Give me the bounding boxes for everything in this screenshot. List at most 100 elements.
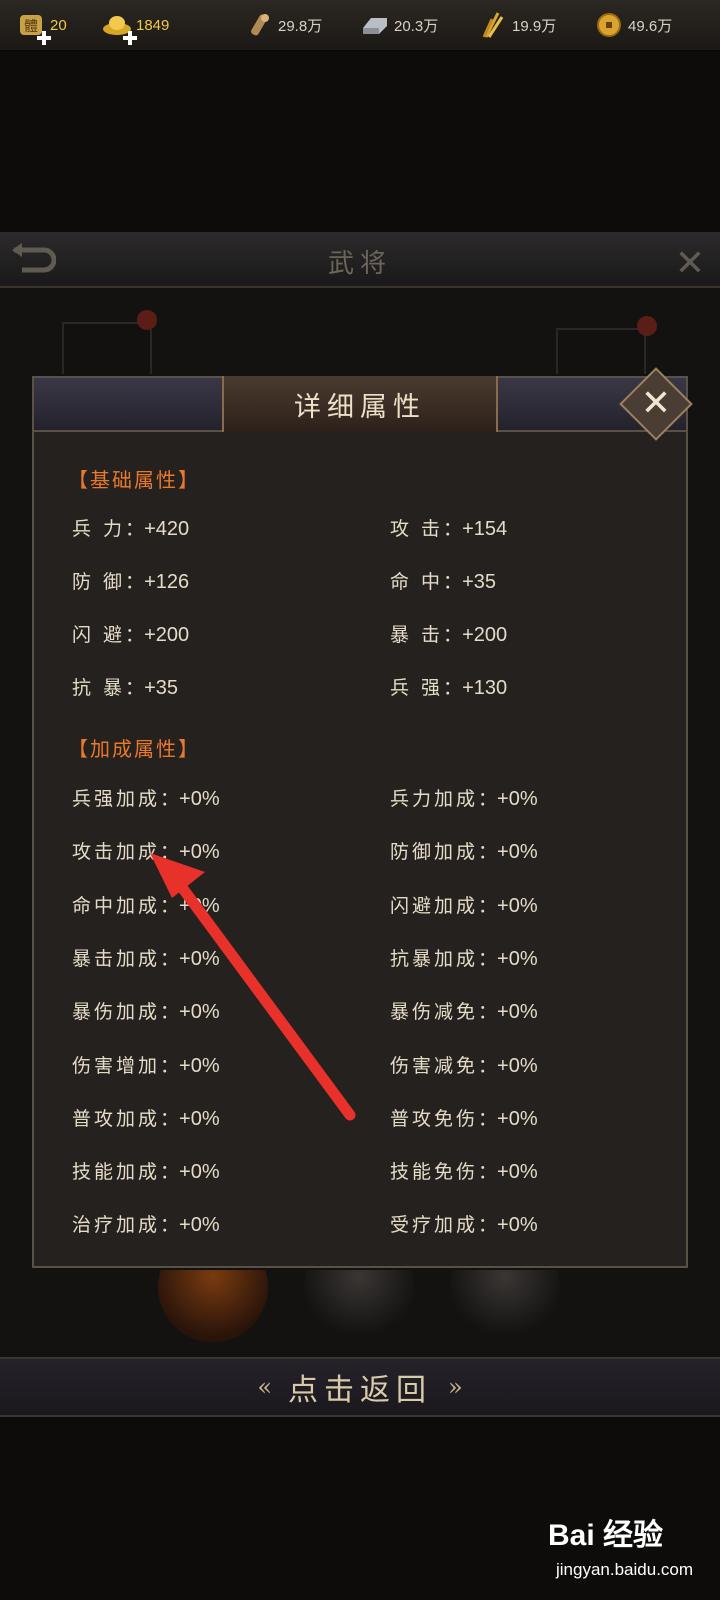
attribute-colon: ： [443, 518, 463, 540]
attribute-row: 兵强加成：+0% [72, 784, 220, 811]
attribute-value: +0% [497, 947, 538, 970]
attribute-row: 抗暴加成：+0% [390, 944, 538, 971]
attribute-row: 技能免伤：+0% [390, 1157, 538, 1184]
attribute-colon: ： [478, 1001, 498, 1024]
attribute-name: 暴 击 [390, 624, 444, 646]
attribute-name: 技能免伤 [390, 1161, 479, 1184]
attribute-colon: ： [443, 571, 463, 593]
attribute-row: 暴 击：+200 [390, 620, 507, 647]
gold-ingot-icon [102, 10, 137, 45]
attribute-name: 普攻免伤 [390, 1107, 479, 1130]
resource-wood: 29.8万 [244, 10, 322, 40]
attribute-name: 暴击加成 [72, 947, 161, 970]
resource-stamina[interactable]: 體 20 [16, 10, 67, 45]
attribute-name: 闪 避 [72, 624, 126, 646]
attribute-name: 命中加成 [72, 894, 161, 917]
attribute-colon: ： [125, 571, 145, 593]
return-button[interactable]: « 点击返回 » [0, 1357, 720, 1417]
attribute-value: +0% [179, 1161, 220, 1184]
attribute-value: +35 [144, 677, 178, 699]
attribute-row: 命 中：+35 [390, 567, 496, 594]
close-icon[interactable]: ✕ [630, 378, 682, 430]
attribute-value: +0% [179, 1054, 220, 1077]
attribute-value: +35 [462, 571, 496, 593]
attribute-name: 暴伤加成 [72, 1001, 161, 1024]
equipment-slot[interactable] [62, 322, 152, 382]
attribute-row: 暴伤加成：+0% [72, 997, 220, 1024]
bonus-attributes-title: 【加成属性】 [68, 737, 200, 761]
attribute-value: +0% [179, 894, 220, 917]
attribute-colon: ： [478, 947, 498, 970]
attribute-name: 普攻加成 [72, 1107, 161, 1130]
dialog-title: 详细属性 [294, 391, 426, 423]
attribute-colon: ： [160, 1001, 180, 1024]
attribute-row: 伤害减免：+0% [390, 1051, 538, 1078]
back-icon[interactable] [8, 242, 57, 276]
attribute-value: +0% [497, 1214, 538, 1237]
attribute-name: 伤害增加 [72, 1054, 161, 1077]
attribute-colon: ： [160, 788, 180, 810]
attribute-colon: ： [160, 1214, 180, 1237]
attribute-value: +0% [497, 1107, 538, 1130]
attribute-value: +0% [497, 788, 538, 810]
attribute-colon: ： [478, 841, 498, 864]
attribute-colon: ： [160, 841, 180, 864]
attribute-value: +0% [497, 894, 538, 917]
attribute-value: +0% [179, 1214, 220, 1237]
attribute-row: 普攻加成：+0% [72, 1104, 220, 1131]
attribute-colon: ： [160, 894, 180, 917]
attribute-name: 防御加成 [390, 841, 479, 864]
wood-icon [244, 10, 274, 40]
chevron-left-icon: « [257, 1373, 272, 1401]
alert-dot-icon [137, 310, 157, 330]
plus-icon[interactable] [122, 30, 138, 46]
attribute-row: 受疗加成：+0% [390, 1210, 538, 1237]
resource-iron: 20.3万 [360, 10, 438, 40]
attribute-colon: ： [125, 677, 145, 699]
attribute-row: 闪避加成：+0% [390, 891, 538, 918]
attribute-colon: ： [125, 624, 145, 646]
attribute-row: 兵 力：+420 [72, 514, 189, 541]
resource-grain: 19.9万 [478, 10, 556, 40]
attribute-row: 攻击加成：+0% [72, 837, 220, 864]
attribute-value: +126 [144, 571, 190, 593]
background-close-icon[interactable]: ✕ [670, 244, 710, 284]
attribute-value: +0% [179, 1001, 220, 1024]
attribute-name: 伤害减免 [390, 1054, 479, 1077]
resource-gold[interactable]: 1849 [102, 10, 169, 45]
resource-value: 29.8万 [278, 17, 323, 35]
attribute-colon: ： [160, 1054, 180, 1077]
resource-value: 20 [50, 16, 67, 34]
attribute-row: 闪 避：+200 [72, 620, 189, 647]
attribute-row: 治疗加成：+0% [72, 1210, 220, 1237]
attribute-colon: ： [478, 788, 498, 810]
plus-icon[interactable] [36, 30, 52, 46]
attribute-row: 兵力加成：+0% [390, 784, 538, 811]
attribute-colon: ： [443, 624, 463, 646]
watermark-url: jingyan.baidu.com [556, 1560, 694, 1579]
attribute-value: +0% [497, 1054, 538, 1077]
attribute-row: 兵 强：+130 [390, 673, 507, 700]
attribute-name: 攻击加成 [72, 841, 161, 864]
alert-dot-icon [637, 316, 657, 336]
basic-attributes-title: 【基础属性】 [68, 468, 200, 492]
attribute-name: 治疗加成 [72, 1214, 161, 1237]
attribute-value: +130 [462, 677, 508, 699]
resource-bar: 體 20 1849 29.8万 20.3万 19.9万 49.6万 [0, 0, 720, 52]
attribute-colon: ： [160, 947, 180, 970]
attribute-name: 抗 暴 [72, 677, 126, 699]
attribute-row: 抗 暴：+35 [72, 673, 178, 700]
coin-icon [594, 10, 624, 40]
attribute-value: +0% [497, 1001, 538, 1024]
attribute-row: 暴击加成：+0% [72, 944, 220, 971]
attribute-row: 暴伤减免：+0% [390, 997, 538, 1024]
attribute-colon: ： [478, 894, 498, 917]
attribute-value: +0% [179, 947, 220, 970]
attribute-name: 兵 力 [72, 518, 126, 540]
attribute-colon: ： [160, 1107, 180, 1130]
attribute-value: +420 [144, 518, 190, 540]
resource-coin: 49.6万 [594, 10, 672, 40]
attribute-name: 抗暴加成 [390, 947, 479, 970]
attribute-name: 兵 强 [390, 677, 444, 699]
attributes-dialog [32, 376, 688, 1268]
